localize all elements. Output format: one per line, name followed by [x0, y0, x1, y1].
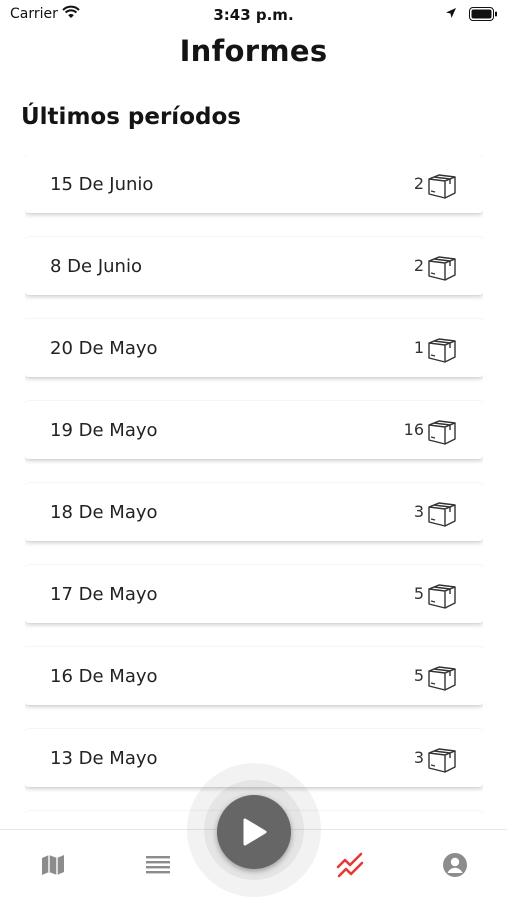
package-box-icon — [426, 333, 458, 365]
page-title: Informes — [179, 34, 328, 68]
period-date: 16 De Mayo — [50, 666, 158, 687]
package-count: 1 — [413, 338, 424, 357]
period-date: 8 De Junio — [50, 256, 142, 277]
battery-icon — [469, 7, 498, 25]
period-item[interactable]: 18 De Mayo 3 — [25, 483, 483, 541]
list-icon[interactable] — [143, 850, 173, 880]
status-bar: Carrier 3:43 p.m. — [0, 0, 507, 28]
map-icon[interactable] — [38, 850, 68, 880]
profile-icon[interactable] — [440, 850, 470, 880]
period-date: 19 De Mayo — [50, 420, 158, 441]
package-count: 3 — [413, 502, 424, 521]
period-date: 20 De Mayo — [50, 338, 158, 359]
package-box-icon — [426, 743, 458, 775]
period-date: 17 De Mayo — [50, 584, 158, 605]
period-date: 15 De Junio — [50, 174, 154, 195]
period-date: 13 De Mayo — [50, 748, 158, 769]
period-item[interactable]: 16 De Mayo 5 — [25, 647, 483, 705]
periods-list: 15 De Junio 2 8 De Junio 2 20 De Mayo 1 … — [25, 155, 483, 830]
package-box-icon — [426, 497, 458, 529]
package-box-icon — [426, 415, 458, 447]
play-button[interactable] — [217, 795, 291, 869]
package-count: 2 — [413, 174, 424, 193]
play-icon — [243, 818, 267, 846]
clock-time: 3:43 p.m. — [213, 6, 294, 24]
package-box-icon — [426, 661, 458, 693]
period-item[interactable]: 15 De Junio 2 — [25, 155, 483, 213]
reports-trend-icon[interactable] — [335, 850, 365, 880]
period-item[interactable]: 20 De Mayo 1 — [25, 319, 483, 377]
package-box-icon — [426, 579, 458, 611]
package-count: 5 — [413, 584, 424, 603]
package-box-icon — [426, 169, 458, 201]
location-arrow-icon — [445, 7, 457, 23]
package-count: 5 — [413, 666, 424, 685]
period-item[interactable]: 17 De Mayo 5 — [25, 565, 483, 623]
period-item[interactable]: 8 De Junio 2 — [25, 237, 483, 295]
package-count: 3 — [413, 748, 424, 767]
package-box-icon — [426, 251, 458, 283]
period-date: 18 De Mayo — [50, 502, 158, 523]
package-count: 2 — [413, 256, 424, 275]
section-title: Últimos períodos — [21, 104, 241, 130]
period-item[interactable]: 19 De Mayo 16 — [25, 401, 483, 459]
package-count: 16 — [403, 420, 424, 439]
